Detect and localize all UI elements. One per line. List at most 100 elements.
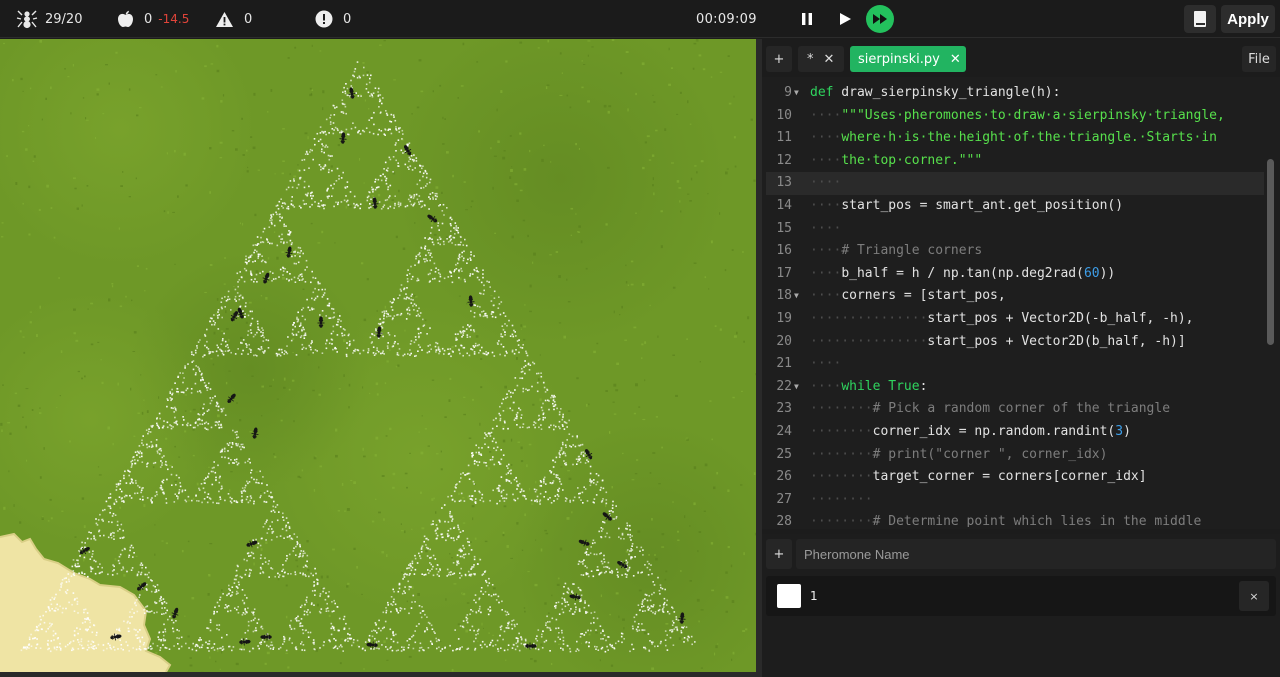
- pheromone-name-input[interactable]: [796, 539, 1276, 569]
- code-line[interactable]: 27 ········: [766, 489, 1264, 512]
- line-number: 25: [776, 446, 792, 462]
- tab-label: sierpinski.py: [858, 51, 940, 67]
- line-number: 21: [776, 356, 792, 372]
- code-line[interactable]: 21 ····: [766, 353, 1264, 376]
- sim-timer: 00:09:09: [696, 11, 757, 27]
- close-icon[interactable]: ✕: [950, 52, 961, 67]
- apple-icon: [117, 10, 134, 28]
- delete-pheromone-button[interactable]: ×: [1239, 581, 1269, 611]
- code-text: ···············start_pos + Vector2D(-b_h…: [810, 310, 1194, 326]
- code-text: ····: [810, 175, 842, 191]
- fast-forward-button[interactable]: [866, 5, 894, 33]
- line-number: 11: [776, 130, 792, 146]
- code-line[interactable]: 10 ····"""Uses·pheromones·to·draw·a·sierp…: [766, 105, 1264, 128]
- code-text: ········# Pick a random corner of the tr…: [810, 401, 1171, 417]
- code-text: ····"""Uses·pheromones·to·draw·a·sierpin…: [810, 107, 1225, 123]
- error-icon: [315, 10, 333, 28]
- line-number: 13: [776, 175, 792, 191]
- code-text: ········corner_idx = np.random.randint(3…: [810, 423, 1131, 439]
- pheromone-color-swatch[interactable]: [777, 584, 801, 608]
- play-button[interactable]: [831, 5, 859, 33]
- pheromone-panel: + 1 ×: [762, 534, 1280, 677]
- line-number: 10: [776, 107, 792, 123]
- code-text: ····start_pos = smart_ant.get_position(): [810, 197, 1124, 213]
- code-line[interactable]: 22 ▼ ····while True:: [766, 376, 1264, 399]
- line-number: 22: [776, 378, 792, 394]
- code-text: ····where·h·is·the·height·of·the·triangl…: [810, 130, 1217, 146]
- tab-unsaved[interactable]: * ✕: [798, 46, 844, 72]
- code-text: ····b_half = h / np.tan(np.deg2rad(60)): [810, 265, 1116, 281]
- code-line[interactable]: 25 ········# print("corner ", corner_idx): [766, 444, 1264, 467]
- code-line[interactable]: 18 ▼ ····corners = [start_pos,: [766, 285, 1264, 308]
- top-bar: 29/20 0 -14.5 0 0 00:09:09 Apply: [0, 0, 1280, 38]
- code-text: ········# Determine point which lies in …: [810, 514, 1202, 527]
- code-text: ····# Triangle corners: [810, 243, 983, 259]
- line-number: 16: [776, 243, 792, 259]
- simulation-canvas[interactable]: [0, 39, 756, 672]
- line-number: 19: [776, 310, 792, 326]
- book-icon: [1194, 11, 1206, 27]
- food-count: 0: [144, 11, 153, 27]
- code-line[interactable]: 11 ····where·h·is·the·height·of·the·trian…: [766, 127, 1264, 150]
- code-line[interactable]: 17 ····b_half = h / np.tan(np.deg2rad(60)…: [766, 263, 1264, 286]
- code-text: ········: [810, 491, 873, 507]
- line-number: 24: [776, 423, 792, 439]
- code-text: def draw_sierpinsky_triangle(h):: [810, 85, 1061, 100]
- editor-tabs: + * ✕ sierpinski.py ✕ File: [762, 39, 1280, 77]
- code-line[interactable]: 14 ····start_pos = smart_ant.get_position…: [766, 195, 1264, 218]
- code-text: ····: [810, 356, 842, 372]
- line-number: 20: [776, 333, 792, 349]
- fold-arrow-icon[interactable]: ▼: [794, 376, 799, 399]
- editor-scrollbar[interactable]: [1267, 159, 1274, 345]
- food-counter: 0 -14.5: [117, 0, 189, 38]
- fold-arrow-icon[interactable]: ▼: [794, 82, 799, 105]
- code-text: ····: [810, 220, 842, 236]
- docs-button[interactable]: [1184, 5, 1216, 33]
- code-area[interactable]: 9 ▼ def draw_sierpinsky_triangle(h): 10 ····…: [766, 82, 1264, 527]
- code-line[interactable]: 26 ········target_corner = corners[corner…: [766, 466, 1264, 489]
- code-line[interactable]: 23 ········# Pick a random corner of the …: [766, 398, 1264, 421]
- apply-button[interactable]: Apply: [1221, 5, 1275, 33]
- ant-counter: 29/20: [16, 0, 82, 38]
- line-number: 28: [776, 514, 792, 527]
- code-line[interactable]: 12 ····the·top·corner.""": [766, 150, 1264, 173]
- world-view[interactable]: [0, 39, 756, 672]
- code-text: ···············start_pos + Vector2D(b_ha…: [810, 333, 1186, 349]
- pheromone-list-item[interactable]: 1 ×: [766, 576, 1276, 616]
- close-icon[interactable]: ✕: [824, 52, 835, 67]
- code-text: ····while True:: [810, 378, 928, 394]
- add-pheromone-button[interactable]: +: [766, 539, 792, 569]
- code-line[interactable]: 20 ···············start_pos + Vector2D(b_…: [766, 331, 1264, 354]
- warning-counter: 0: [215, 0, 252, 38]
- line-number: 27: [776, 491, 792, 507]
- warning-count: 0: [244, 11, 253, 27]
- new-tab-button[interactable]: +: [766, 46, 792, 72]
- code-line[interactable]: 16 ····# Triangle corners: [766, 240, 1264, 263]
- pause-icon: [802, 13, 812, 25]
- line-number: 15: [776, 220, 792, 236]
- tab-sierpinski[interactable]: sierpinski.py ✕: [850, 46, 966, 72]
- code-line[interactable]: 15 ····: [766, 218, 1264, 241]
- code-text: ········# print("corner ", corner_idx): [810, 446, 1108, 462]
- code-line[interactable]: 13 ····: [766, 172, 1264, 195]
- food-delta: -14.5: [158, 12, 190, 26]
- fold-arrow-icon[interactable]: ▼: [794, 285, 799, 308]
- pause-button[interactable]: [793, 5, 821, 33]
- error-counter: 0: [315, 0, 351, 38]
- ant-count: 29/20: [45, 11, 83, 27]
- code-text: ····the·top·corner.""": [810, 152, 983, 168]
- world-bottom-border: [0, 672, 756, 677]
- code-line[interactable]: 19 ···············start_pos + Vector2D(-b…: [766, 308, 1264, 331]
- play-icon: [840, 13, 851, 25]
- warning-icon: [215, 11, 234, 28]
- code-line[interactable]: 9 ▼ def draw_sierpinsky_triangle(h):: [766, 82, 1264, 105]
- line-number: 17: [776, 265, 792, 281]
- file-menu-button[interactable]: File: [1242, 46, 1276, 72]
- fast-forward-icon: [873, 14, 887, 24]
- code-text: ····corners = [start_pos,: [810, 288, 1006, 304]
- code-line[interactable]: 28 ········# Determine point which lies i…: [766, 511, 1264, 527]
- code-line[interactable]: 24 ········corner_idx = np.random.randint…: [766, 421, 1264, 444]
- ant-icon: [16, 8, 38, 30]
- line-number: 12: [776, 152, 792, 168]
- line-number: 26: [776, 469, 792, 485]
